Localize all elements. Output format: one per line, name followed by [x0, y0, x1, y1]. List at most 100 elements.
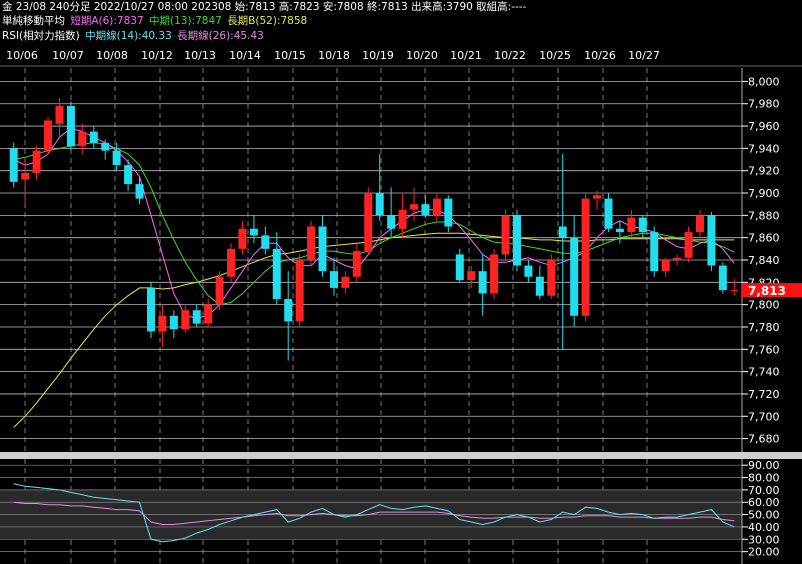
candle-body	[730, 290, 739, 292]
date-label: 10/12	[141, 49, 173, 62]
candle-body	[66, 105, 75, 147]
rsi-tick-label: 60.00	[748, 496, 780, 509]
candle-body	[570, 237, 579, 316]
candle-body	[673, 257, 682, 260]
price-tick-label: 7,840	[748, 254, 780, 267]
date-label: 10/18	[318, 49, 350, 62]
candle-body	[615, 228, 624, 233]
candle-body	[158, 315, 167, 332]
price-tick-label: 7,720	[748, 388, 780, 401]
candle-body	[249, 228, 258, 236]
price-tick-label: 7,940	[748, 142, 780, 155]
candle-body	[318, 226, 327, 272]
price-tick-label: 8,000	[748, 75, 780, 88]
date-label: 10/06	[6, 49, 38, 62]
candle-body	[204, 304, 213, 324]
candle-body	[718, 265, 727, 291]
price-tick-label: 7,980	[748, 98, 780, 111]
candle-body	[124, 165, 133, 185]
price-tick-label: 7,680	[748, 433, 780, 446]
price-tick-label: 7,900	[748, 187, 780, 200]
candle-body	[78, 131, 87, 147]
candle-body	[261, 235, 270, 249]
date-label: 10/22	[494, 49, 526, 62]
candle-body	[581, 198, 590, 316]
candle-body	[112, 150, 121, 166]
candle-body	[490, 254, 499, 294]
candle-body	[21, 172, 30, 180]
candle-body	[444, 198, 453, 227]
rsi-tick-label: 80.00	[748, 472, 780, 485]
candle-body	[341, 276, 350, 288]
ma-long-line	[13, 232, 735, 428]
date-label: 10/20	[406, 49, 438, 62]
candle-body	[524, 265, 533, 277]
candle-body	[661, 260, 670, 272]
date-label: 10/13	[184, 49, 216, 62]
candle-body	[627, 217, 636, 233]
price-tick-label: 7,760	[748, 343, 780, 356]
candle-body	[707, 215, 716, 266]
candle-body	[421, 204, 430, 216]
price-tick-label: 7,860	[748, 232, 780, 245]
date-axis: 10/06 10/07 10/08 10/12 10/13 10/14 10/15 10/18…	[0, 44, 802, 67]
candle-body	[684, 232, 693, 258]
panel-separator	[0, 452, 802, 459]
candle-body	[352, 251, 361, 277]
price-tick-label: 7,960	[748, 120, 780, 133]
price-tick-label: 7,800	[748, 299, 780, 312]
candle-body	[432, 198, 441, 216]
candle-body	[364, 193, 373, 252]
date-label: 10/08	[96, 49, 128, 62]
candle-body	[455, 254, 464, 281]
candle-body	[478, 271, 487, 294]
candle-body	[638, 217, 647, 233]
date-label: 10/27	[628, 49, 660, 62]
date-label: 10/21	[450, 49, 482, 62]
candle-body	[146, 287, 155, 332]
rsi-tick-label: 90.00	[748, 459, 780, 472]
price-tick-label: 7,880	[748, 209, 780, 222]
candle-body	[295, 260, 304, 322]
price-tick-label: 7,920	[748, 165, 780, 178]
candle-body	[32, 150, 41, 173]
candle-body	[238, 228, 247, 249]
date-label: 10/07	[52, 49, 84, 62]
candle-body	[593, 195, 602, 199]
candle-body	[501, 215, 510, 255]
price-chart[interactable]: 10/06 10/07 10/08 10/12 10/13 10/14 10/15 10/18…	[0, 0, 802, 564]
candle-body	[227, 248, 236, 277]
candle-body	[181, 310, 190, 330]
date-label: 10/19	[362, 49, 394, 62]
date-label: 10/25	[539, 49, 571, 62]
candle-body	[272, 248, 281, 300]
candles[interactable]	[9, 98, 739, 361]
candle-body	[192, 310, 201, 324]
candle-body	[44, 120, 53, 151]
candle-body	[135, 184, 144, 199]
candle-body	[650, 232, 659, 272]
moving-averages	[13, 127, 735, 428]
candle-body	[535, 276, 544, 296]
candle-body	[398, 209, 407, 229]
date-label: 10/14	[229, 49, 261, 62]
ma-short-line	[13, 127, 735, 319]
candle-body	[215, 276, 224, 305]
price-tick-label: 7,700	[748, 410, 780, 423]
candle-body	[375, 193, 384, 216]
price-axis: 8,000 7,980 7,960 7,940 7,920 7,900 7,880 7,860…	[741, 68, 802, 452]
candle-body	[604, 198, 613, 229]
candle-body	[695, 215, 704, 233]
candle-body	[169, 315, 178, 330]
candle-body	[307, 226, 316, 260]
rsi-tick-label: 50.00	[748, 509, 780, 522]
last-price-label: 7,813	[748, 284, 786, 298]
candle-body	[9, 148, 18, 182]
date-label: 10/26	[584, 49, 616, 62]
candle-body	[467, 271, 476, 281]
candle-body	[284, 299, 293, 322]
rsi-panel: 90.0080.0070.0060.0050.0040.0030.0020.00	[0, 452, 802, 564]
candle-body	[387, 215, 396, 229]
date-label: 10/15	[274, 49, 306, 62]
rsi-tick-label: 20.00	[748, 546, 780, 559]
